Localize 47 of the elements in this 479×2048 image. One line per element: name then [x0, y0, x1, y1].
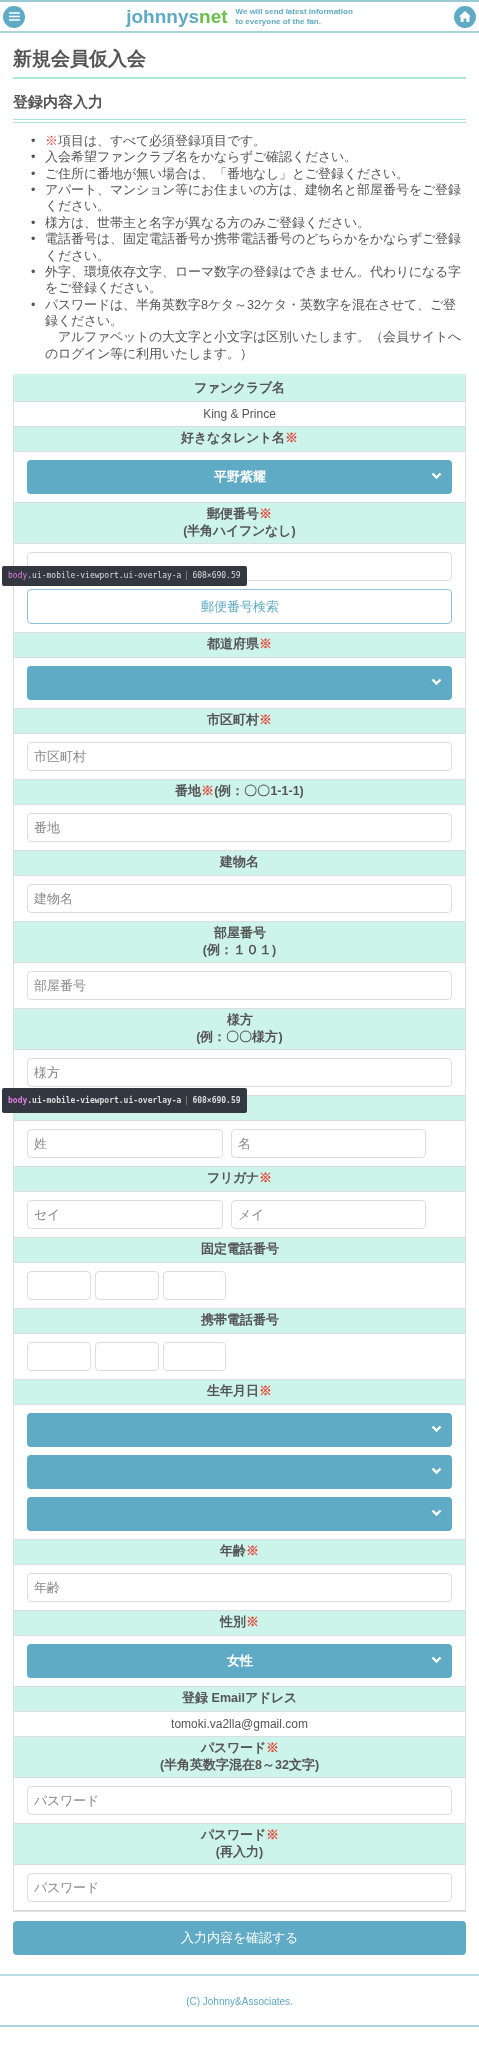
field-label: 市区町村※ [206, 712, 273, 730]
field-note: (例：〇〇様方) [195, 1029, 284, 1047]
note-text: ※項目は、すべて必須登録項目です。 [45, 133, 266, 150]
field-label: 年齢※ [219, 1543, 260, 1561]
note-text: ご住所に番地が無い場合は、「番地なし」とご登録ください。 [45, 165, 409, 183]
field-label: 携帯電話番号 [199, 1312, 280, 1330]
logo-text: johnnys [126, 7, 200, 27]
note-text: 様方は、世帯主と名字が異なる方のみご登録ください。 [45, 214, 370, 232]
field-label: 様方 [225, 1012, 254, 1030]
bullet-mark: • [31, 133, 37, 150]
field-label: 建物名 [218, 854, 260, 872]
field-label: 性別※ [218, 1614, 260, 1632]
bullet-mark: • [31, 296, 37, 314]
field-label: 生年月日※ [206, 1383, 273, 1401]
note-text: アパート、マンション等にお住まいの方は、建物名と部屋番号をご登録ください。 [45, 182, 462, 215]
devtools-tooltip: body.ui-mobile-viewport.ui-overlay-a 608×690.59 [2, 1088, 247, 1114]
copyright: (C) Johnny&Associates. [0, 1974, 479, 2028]
note-text: パスワードは、半角英数字8ケタ～32ケタ・英数字を混在させて、ご登録ください。 アルファベットの大文字と小文字は区別いたします。（会員サイトへのログイン等に利用いたします。） [45, 296, 462, 363]
page-title: 新規会員仮入会 [13, 45, 466, 79]
logo-text-accent: net [199, 7, 228, 27]
field-label: 番地※(例：〇〇1-1-1) [174, 783, 305, 801]
bullet-mark: • [31, 182, 37, 200]
field-label: フリガナ※ [206, 1170, 273, 1188]
bullet-mark: • [31, 165, 37, 183]
field-label: ファンクラブ名 [193, 380, 286, 398]
field-label: 部屋番号 [212, 925, 267, 943]
tagline: We will send latest information to everyone of the fan. [235, 6, 353, 27]
field-label: 固定電話番号 [199, 1241, 280, 1259]
bullet-mark: • [31, 263, 37, 281]
field-label: 登録 Emailアドレス [181, 1690, 298, 1708]
devtools-tooltip: body.ui-mobile-viewport.ui-overlay-a 608×690.59 [2, 566, 247, 587]
field-label: 好きなタレント名※ [180, 430, 299, 448]
field-note: (再入力) [214, 1844, 265, 1862]
bullet-mark: • [31, 149, 37, 166]
field-note: (半角英数字混在8～32文字) [158, 1757, 321, 1775]
note-text: 入会希望ファンクラブ名をかならずご確認ください。 [45, 149, 357, 166]
field-note: (半角ハイフンなし) [182, 523, 297, 541]
field-note: (例：１０１) [201, 942, 278, 960]
note-text: 電話番号は、固定電話番号か携帯電話番号のどちらかをかならずご登録ください。 [45, 231, 462, 264]
bullet-mark: • [31, 214, 37, 232]
section-title: 登録内容入力 [13, 90, 466, 123]
field-label: 都道府県※ [206, 636, 273, 654]
field-label: パスワード※ [199, 1827, 280, 1845]
note-text: 外字、環境依存文字、ローマ数字の登録はできません。代わりになる字をご登録ください。 [45, 263, 462, 297]
bullet-mark: • [31, 231, 37, 249]
field-label: 郵便番号※ [206, 506, 273, 524]
field-label: パスワード※ [199, 1740, 280, 1757]
